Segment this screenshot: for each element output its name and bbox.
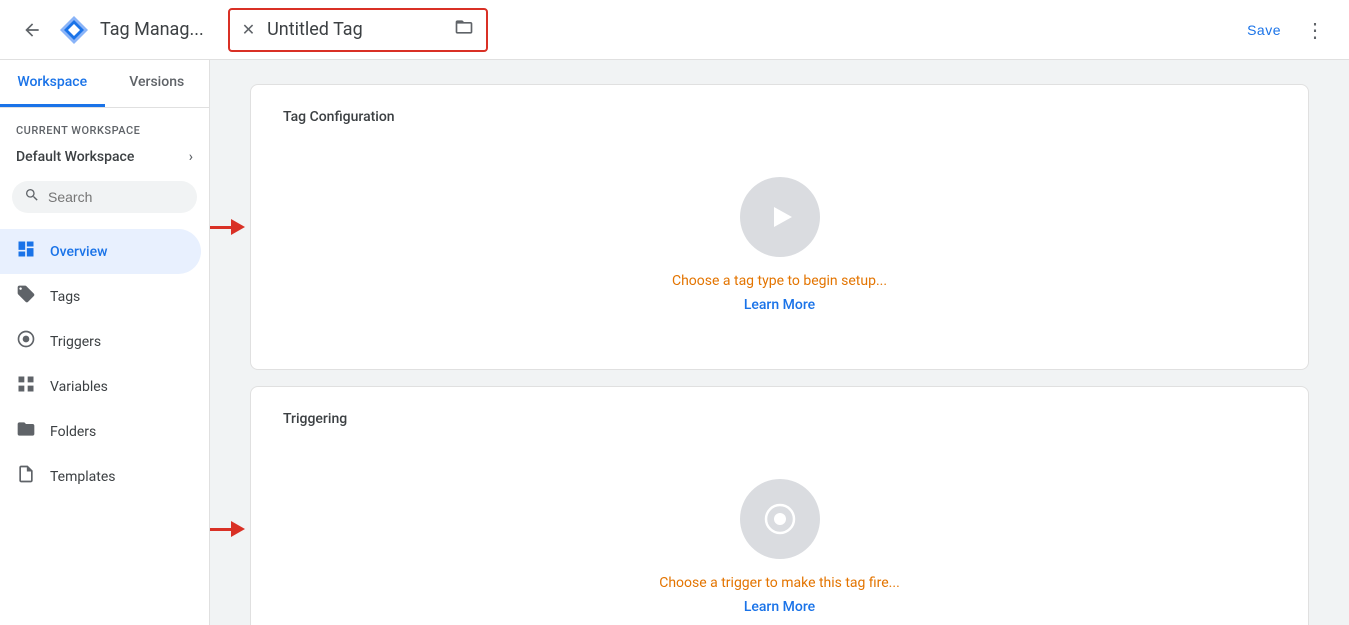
back-button[interactable]	[16, 14, 48, 46]
sidebar-item-overview[interactable]: Overview	[0, 229, 201, 274]
tag-configuration-title: Tag Configuration	[283, 109, 1276, 125]
sidebar-item-tags[interactable]: Tags	[0, 274, 201, 319]
red-arrow-trigger	[210, 521, 245, 537]
folder-icon[interactable]	[454, 17, 474, 42]
sidebar-tabs: Workspace Versions	[0, 60, 209, 108]
arrow-head	[231, 219, 245, 235]
arrow-line-trigger	[210, 528, 231, 531]
tab-workspace[interactable]: Workspace	[0, 60, 105, 107]
sidebar-item-variables[interactable]: Variables	[0, 364, 201, 409]
templates-icon	[16, 464, 36, 489]
sidebar-item-folders[interactable]: Folders	[0, 409, 201, 454]
sidebar: Workspace Versions CURRENT WORKSPACE Def…	[0, 60, 210, 625]
search-input[interactable]	[48, 189, 185, 205]
workspace-item[interactable]: Default Workspace ›	[4, 141, 205, 173]
search-box	[12, 181, 197, 213]
tag-type-icon[interactable]	[740, 177, 820, 257]
current-workspace-label: CURRENT WORKSPACE	[0, 108, 209, 141]
header-left: Tag Manag...	[16, 12, 204, 48]
triggers-icon	[16, 329, 36, 354]
more-options-button[interactable]: ⋮	[1297, 10, 1333, 50]
tags-icon	[16, 284, 36, 309]
tag-config-hint: Choose a tag type to begin setup...	[672, 273, 887, 289]
tag-config-learn-more[interactable]: Learn More	[744, 297, 815, 313]
chevron-right-icon: ›	[189, 149, 193, 165]
trigger-icon[interactable]	[740, 479, 820, 559]
triggering-hint: Choose a trigger to make this tag fire..…	[659, 575, 900, 591]
sidebar-item-label: Variables	[50, 379, 108, 395]
nav-items: Overview Tags Triggers Var	[0, 229, 209, 499]
search-icon	[24, 187, 40, 207]
sidebar-item-label: Templates	[50, 469, 116, 485]
main-content: Tag Configuration Choose a tag type to b…	[210, 60, 1349, 625]
workspace-name: Default Workspace	[16, 149, 134, 165]
main-layout: Workspace Versions CURRENT WORKSPACE Def…	[0, 60, 1349, 625]
tab-versions[interactable]: Versions	[105, 60, 210, 107]
save-button[interactable]: Save	[1231, 14, 1297, 46]
triggering-card: Triggering Choose a trigger to make this…	[250, 386, 1309, 625]
close-icon[interactable]: ✕	[242, 20, 255, 39]
overview-icon	[16, 239, 36, 264]
tag-configuration-body: Choose a tag type to begin setup... Lear…	[283, 157, 1276, 345]
arrow-line	[210, 226, 231, 229]
triggering-learn-more[interactable]: Learn More	[744, 599, 815, 615]
red-arrow-tag	[210, 219, 245, 235]
sidebar-item-label: Folders	[50, 424, 96, 440]
sidebar-item-triggers[interactable]: Triggers	[0, 319, 201, 364]
triggering-body: Choose a trigger to make this tag fire..…	[283, 459, 1276, 625]
tag-name-text: Untitled Tag	[267, 19, 442, 40]
sidebar-item-label: Triggers	[50, 334, 101, 350]
folders-icon	[16, 419, 36, 444]
sidebar-item-templates[interactable]: Templates	[0, 454, 201, 499]
app-title: Tag Manag...	[100, 19, 204, 40]
app-logo	[56, 12, 92, 48]
variables-icon	[16, 374, 36, 399]
sidebar-item-label: Tags	[50, 289, 80, 305]
triggering-title: Triggering	[283, 411, 1276, 427]
arrow-head-trigger	[231, 521, 245, 537]
tag-configuration-card: Tag Configuration Choose a tag type to b…	[250, 84, 1309, 370]
tag-name-bar: ✕ Untitled Tag	[228, 8, 488, 52]
sidebar-item-label: Overview	[50, 244, 107, 260]
app-header: Tag Manag... ✕ Untitled Tag Save ⋮	[0, 0, 1349, 60]
